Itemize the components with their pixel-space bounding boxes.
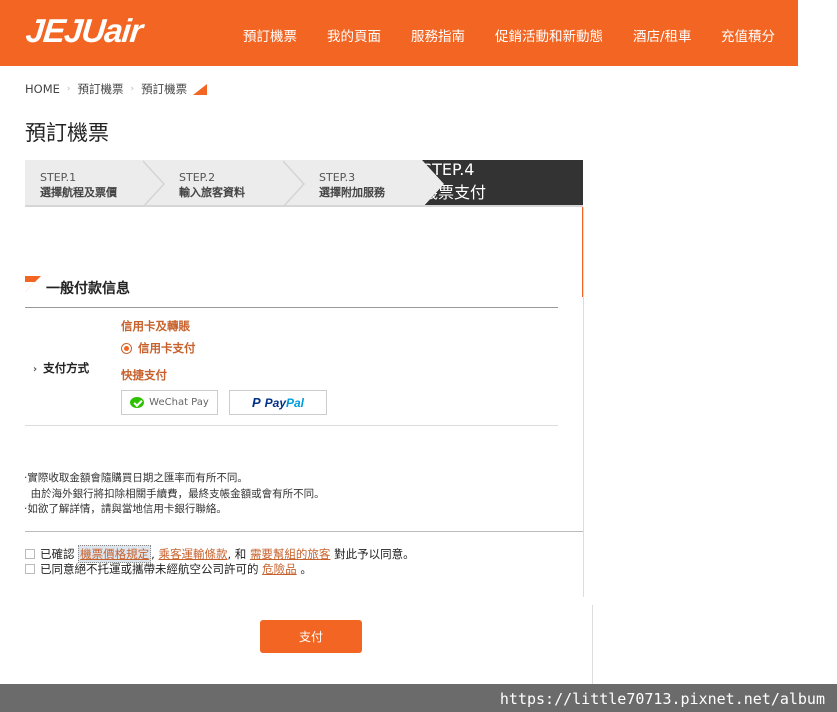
paypal-pay-text: Pay xyxy=(264,395,286,410)
payment-method-text: 支付方式 xyxy=(43,361,90,375)
nav-hotel-car[interactable]: 酒店/租車 xyxy=(633,25,692,45)
step-4-number: STEP.4 xyxy=(422,160,475,179)
nav-book-flight[interactable]: 預訂機票 xyxy=(243,25,297,45)
credit-card-option-label[interactable]: 信用卡支付 xyxy=(138,340,196,356)
breadcrumb-flag-icon xyxy=(193,83,208,95)
main-nav: 預訂機票 我的頁面 服務指南 促銷活動和新動態 酒店/租車 充值積分 xyxy=(0,25,798,45)
wechat-icon xyxy=(130,397,145,408)
step-1-number: STEP.1 xyxy=(40,171,77,184)
agree-danger-suffix: 。 xyxy=(300,562,312,576)
step-chevron-icon xyxy=(422,160,444,205)
page-title: 預訂機票 xyxy=(25,121,109,145)
nav-promotions[interactable]: 促銷活動和新動態 xyxy=(495,25,603,45)
notes-divider xyxy=(25,531,583,532)
section-title: 一般付款信息 xyxy=(46,281,130,297)
nav-my-page[interactable]: 我的頁面 xyxy=(327,25,381,45)
carriage-terms-link[interactable]: 乘客運輸條款 xyxy=(158,546,227,562)
wechat-pay-button[interactable]: WeChat Pay xyxy=(121,390,218,415)
payment-method-label: › 支付方式 xyxy=(33,360,89,376)
credit-card-heading: 信用卡及轉賬 xyxy=(121,319,190,333)
agree-terms-checkbox[interactable] xyxy=(25,549,35,559)
pay-submit-button[interactable]: 支付 xyxy=(260,620,362,653)
separator-text: , xyxy=(151,547,155,561)
breadcrumb-book[interactable]: 預訂機票 xyxy=(78,81,124,97)
site-header: JEJUair 預訂機票 我的頁面 服務指南 促銷活動和新動態 酒店/租車 充值… xyxy=(0,0,798,66)
paypal-pal-text: Pal xyxy=(286,395,305,410)
section-divider xyxy=(25,425,558,426)
nav-service-guide[interactable]: 服務指南 xyxy=(411,25,465,45)
assist-passenger-link[interactable]: 需要幫組的旅客 xyxy=(250,546,331,562)
step-2-label: 輸入旅客資料 xyxy=(179,186,245,199)
paypal-icon: P xyxy=(251,395,261,410)
breadcrumb: HOME › 預訂機票 › 預訂機票 xyxy=(25,81,208,97)
agreement-dangerous-goods: 已同意絕不托運或攜帶未經航空公司許可的 危險品 。 xyxy=(25,561,312,577)
breadcrumb-separator: › xyxy=(130,84,135,94)
agree-terms-suffix: 對此予以同意。 xyxy=(334,547,415,561)
content-border xyxy=(592,605,593,685)
booking-stepper: STEP.1 選擇航程及票價 STEP.2 輸入旅客資料 STEP.3 選擇附加… xyxy=(25,160,583,207)
step-1-label: 選擇航程及票價 xyxy=(40,186,117,199)
radio-selected-icon[interactable] xyxy=(121,342,132,354)
content-accent xyxy=(582,207,583,297)
step-4-active: STEP.4 機票支付 xyxy=(422,160,583,205)
agree-danger-text: 已同意絕不托運或攜帶未經航空公司許可的 xyxy=(40,562,259,576)
agree-danger-checkbox[interactable] xyxy=(25,564,35,574)
note-line: ·如欲了解詳情，請與當地信用卡銀行聯絡。 xyxy=(24,503,227,515)
section-divider xyxy=(25,307,558,308)
watermark-text: https://little70713.pixnet.net/album xyxy=(499,690,825,708)
nav-points[interactable]: 充值積分 xyxy=(721,25,775,45)
wechat-pay-label: WeChat Pay xyxy=(149,397,209,408)
note-line: ·實際收取金額會隨購買日期之匯率而有所不同。 xyxy=(24,472,248,484)
note-line: 由於海外銀行將扣除相關手續費，最終支帳金額或會有所不同。 xyxy=(24,487,325,500)
breadcrumb-current: 預訂機票 xyxy=(141,82,188,96)
dangerous-goods-link[interactable]: 危險品 xyxy=(262,561,297,577)
separator-text: , 和 xyxy=(227,547,247,561)
step-3-number: STEP.3 xyxy=(319,171,356,184)
payment-notes: ·實際收取金額會隨購買日期之匯率而有所不同。 由於海外銀行將扣除相關手續費，最終… xyxy=(24,471,325,518)
agree-terms-text: 已確認 xyxy=(40,547,75,561)
credit-card-radio[interactable]: 信用卡支付 xyxy=(121,340,196,356)
step-4-label: 機票支付 xyxy=(422,183,487,202)
content-border xyxy=(583,207,584,597)
chevron-right-icon: › xyxy=(33,364,38,375)
step-3-label: 選擇附加服務 xyxy=(319,186,385,199)
paypal-button[interactable]: P Pay Pal xyxy=(229,390,327,415)
breadcrumb-home[interactable]: HOME xyxy=(25,82,60,96)
step-2-number: STEP.2 xyxy=(179,171,216,184)
breadcrumb-separator: › xyxy=(66,84,71,94)
quick-pay-heading: 快捷支付 xyxy=(121,368,167,382)
